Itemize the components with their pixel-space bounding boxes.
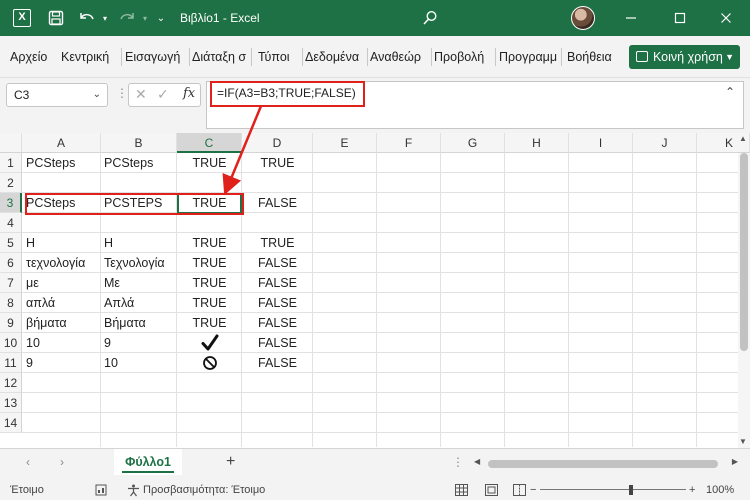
scroll-up-icon[interactable]: ▲	[739, 134, 747, 143]
add-sheet-button[interactable]: +	[226, 453, 235, 471]
page-layout-view-icon[interactable]	[485, 480, 498, 500]
annotation-arrow	[222, 105, 263, 196]
normal-view-icon[interactable]	[455, 480, 468, 500]
accessibility-icon[interactable]	[127, 480, 140, 500]
vertical-scrollbar[interactable]	[738, 153, 750, 448]
sheet-tab-bar: ‹ › Φύλλο1 + ⋮ ◀ ▶	[0, 448, 750, 480]
status-accessibility[interactable]: Προσβασιμότητα: Έτοιμο	[143, 480, 265, 500]
zoom-level[interactable]: 100%	[706, 480, 734, 500]
zoom-slider[interactable]	[540, 489, 686, 490]
next-sheet-icon[interactable]: ›	[60, 455, 64, 469]
horizontal-scroll-thumb[interactable]	[488, 460, 718, 468]
horizontal-scrollbar[interactable]: ◀ ▶	[472, 457, 738, 471]
vertical-scroll-thumb[interactable]	[740, 153, 748, 351]
sheet-tab-1[interactable]: Φύλλο1	[114, 449, 182, 475]
zoom-slider-handle[interactable]	[629, 485, 633, 495]
more-tabs-icon[interactable]: ⋮	[452, 455, 464, 469]
status-ready: Έτοιμο	[10, 484, 44, 496]
previous-sheet-icon[interactable]: ‹	[26, 455, 30, 469]
zoom-in-button[interactable]: +	[689, 480, 695, 500]
status-bar: Έτοιμο Προσβασιμότητα: Έτοιμο − + 100%	[0, 480, 750, 500]
scroll-right-icon[interactable]: ▶	[732, 457, 738, 466]
scroll-down-icon[interactable]: ▼	[739, 437, 747, 446]
workbook-statistics-icon[interactable]	[95, 480, 107, 500]
zoom-out-button[interactable]: −	[530, 480, 536, 500]
scroll-left-icon[interactable]: ◀	[474, 457, 480, 466]
page-break-preview-icon[interactable]	[513, 480, 526, 500]
